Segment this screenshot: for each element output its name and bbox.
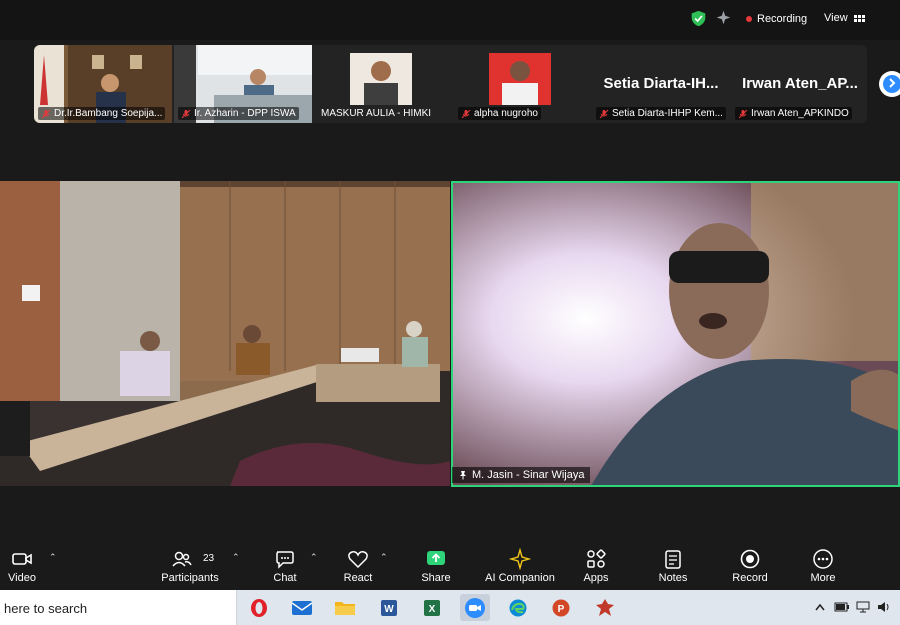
more-options-icon — [813, 549, 833, 569]
mail-taskbar-icon[interactable] — [287, 594, 317, 621]
taskbar-search-box[interactable]: here to search — [0, 590, 237, 625]
muted-mic-icon — [461, 109, 471, 118]
participants-button[interactable]: Participants — [160, 540, 220, 590]
meeting-room-video[interactable] — [0, 181, 450, 486]
file-explorer-taskbar-icon[interactable] — [330, 594, 360, 621]
apps-icon — [587, 549, 606, 568]
notes-icon — [665, 550, 681, 569]
participant-name: alpha nugroho — [458, 107, 541, 120]
participant-display-name: Setia Diarta-IH... — [603, 75, 719, 92]
participant-name: Dr.Ir.Bambang Soepija... — [38, 107, 166, 120]
participants-options-caret-icon[interactable]: ⌃ — [232, 552, 240, 563]
recording-indicator[interactable]: Recording — [746, 13, 807, 25]
ai-companion-sparkle-icon — [509, 548, 531, 570]
participant-name: Setia Diarta-IHHP Kem... — [596, 107, 726, 120]
muted-mic-icon — [181, 109, 191, 118]
chat-options-caret-icon[interactable]: ⌃ — [310, 552, 318, 563]
react-options-caret-icon[interactable]: ⌃ — [380, 552, 388, 563]
muted-mic-icon — [599, 109, 609, 118]
record-icon — [740, 549, 760, 569]
speaker-scene — [451, 181, 900, 486]
chat-button[interactable]: Chat — [269, 540, 301, 590]
participant-tile[interactable]: Irwan Aten_AP... Irwan Aten_APKINDO — [731, 45, 867, 123]
record-dot-icon — [746, 16, 752, 22]
svg-text:W: W — [384, 604, 394, 615]
meeting-toolbar: Video ⌃ Participants 23 ⌃ Chat ⌃ React ⌃… — [0, 540, 900, 590]
participants-count: 23 — [203, 553, 215, 564]
security-shield-icon[interactable] — [690, 10, 707, 27]
top-bar: Recording View — [0, 0, 900, 40]
word-taskbar-icon[interactable]: W — [374, 594, 404, 621]
search-placeholder: here to search — [4, 601, 88, 616]
speaker-name-tag: M. Jasin - Sinar Wijaya — [452, 467, 591, 483]
zoom-taskbar-icon[interactable] — [460, 594, 490, 621]
chevron-right-icon — [889, 78, 896, 88]
share-button[interactable]: Share — [419, 540, 453, 590]
chat-icon — [276, 551, 294, 569]
participant-strip: Dr.Ir.Bambang Soepija... Ir. Azharin - D… — [34, 45, 867, 123]
pin-icon — [460, 471, 466, 480]
muted-mic-icon — [738, 109, 748, 118]
video-button[interactable]: Video — [5, 540, 39, 590]
video-options-caret-icon[interactable]: ⌃ — [49, 552, 57, 563]
powerpoint-taskbar-icon[interactable]: P — [546, 594, 576, 621]
red-app-taskbar-icon[interactable] — [590, 594, 620, 621]
active-speaker-video[interactable] — [451, 181, 900, 486]
svg-text:P: P — [558, 604, 565, 615]
edge-taskbar-icon[interactable] — [503, 594, 533, 621]
view-label: View — [824, 12, 848, 24]
participant-name: Irwan Aten_APKINDO — [735, 107, 852, 120]
participant-tile[interactable]: Dr.Ir.Bambang Soepija... — [34, 45, 172, 123]
participant-tile[interactable]: Setia Diarta-IH... Setia Diarta-IHHP Kem… — [592, 45, 730, 123]
react-button[interactable]: React — [340, 540, 376, 590]
view-button[interactable]: View — [824, 12, 865, 24]
conference-room-scene — [0, 181, 450, 486]
windows-taskbar: here to search W X P — [0, 590, 900, 625]
volume-icon[interactable] — [876, 601, 892, 613]
participant-tile[interactable]: alpha nugroho — [454, 45, 592, 123]
chevron-up-icon[interactable] — [814, 602, 826, 612]
share-screen-icon — [427, 551, 445, 565]
participant-tile[interactable]: MASKUR AULIA - HIMKI — [314, 45, 452, 123]
notes-button[interactable]: Notes — [655, 540, 691, 590]
apps-button[interactable]: Apps — [580, 540, 612, 590]
svg-text:X: X — [429, 604, 436, 615]
participants-icon — [172, 551, 192, 567]
more-button[interactable]: More — [806, 540, 840, 590]
ai-sparkle-icon[interactable] — [715, 9, 732, 26]
participant-display-name: Irwan Aten_AP... — [742, 75, 858, 92]
recording-label: Recording — [757, 13, 808, 25]
participant-name: Ir. Azharin - DPP ISWA — [178, 107, 299, 120]
record-button[interactable]: Record — [730, 540, 770, 590]
participant-tile[interactable]: Ir. Azharin - DPP ISWA — [174, 45, 312, 123]
network-icon[interactable] — [855, 601, 871, 613]
grid-view-icon — [853, 14, 865, 22]
heart-icon — [348, 551, 368, 569]
muted-mic-icon — [41, 109, 51, 118]
excel-taskbar-icon[interactable]: X — [417, 594, 447, 621]
ai-companion-button[interactable]: AI Companion — [483, 540, 557, 590]
video-camera-icon — [12, 553, 32, 565]
opera-taskbar-icon[interactable] — [244, 594, 274, 621]
battery-icon[interactable] — [834, 601, 850, 613]
participant-name: MASKUR AULIA - HIMKI — [321, 108, 432, 119]
